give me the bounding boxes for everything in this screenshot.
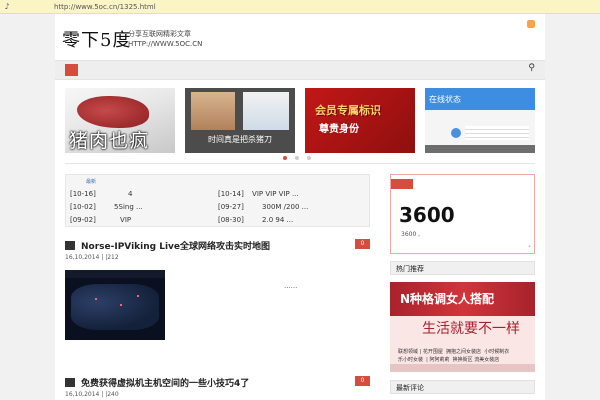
- slide-caption: 时间真是把杀猪刀: [208, 135, 272, 144]
- site-logo[interactable]: 零下5度: [62, 26, 131, 52]
- attack-dot: [95, 298, 97, 300]
- slogan-line-1: 分享互联网精彩文章: [128, 30, 191, 38]
- slide-caption: 在线状态: [425, 88, 535, 110]
- banner-slogan: 生活就要不一样: [422, 321, 520, 337]
- main-nav: ⚲: [55, 60, 545, 80]
- ad-banner[interactable]: N种格调女人搭配 生活就要不一样 联想领域 | 花开围屋 拥抱之间女装店 小时候…: [390, 282, 535, 372]
- attack-dot: [137, 295, 139, 297]
- home-button[interactable]: [65, 64, 78, 76]
- post-icon: [65, 241, 75, 250]
- ticker-head: 最新: [86, 179, 97, 185]
- post-thumbnail[interactable]: [65, 270, 165, 340]
- post-meta: 16,10,2014 | |212: [65, 254, 119, 261]
- thumb-bar: [65, 270, 165, 278]
- ticker-text: VIP: [120, 216, 132, 224]
- sidebar-heading: 最新评论: [390, 380, 535, 394]
- post-icon: [65, 378, 75, 387]
- ticker-item[interactable]: [09-27] 300M /200 ...: [218, 203, 308, 211]
- post-excerpt: ......: [284, 282, 298, 290]
- ticker-item[interactable]: [09-02] VIP: [70, 216, 131, 224]
- slogan-line-2: HTTP://WWW.5OC.CN: [128, 40, 203, 48]
- ticker-item[interactable]: [10-02] 5Sing ...: [70, 203, 143, 211]
- slide-caption: 猪肉也疯: [69, 130, 150, 152]
- counter-sub: 3600 ,: [401, 231, 421, 238]
- world-map: [71, 284, 159, 330]
- ticker-text: 5Sing ...: [114, 203, 143, 211]
- page: 零下5度 分享互联网精彩文章 HTTP://WWW.5OC.CN ⚲ 猪肉也疯 …: [55, 14, 545, 400]
- photo-right: [243, 92, 289, 130]
- slide-2[interactable]: 时间真是把杀猪刀: [185, 88, 295, 153]
- attack-dot: [120, 304, 122, 306]
- slider-dot-1[interactable]: [283, 156, 287, 160]
- slide-caption: 会员专属标识: [315, 104, 381, 117]
- rss-icon[interactable]: [527, 20, 535, 28]
- browser-address-bar: ♪ http://www.5oc.cn/1325.html: [0, 0, 600, 14]
- meat-image: [77, 96, 149, 128]
- divider: [65, 163, 535, 164]
- ticker-text: 300M /200 ...: [262, 203, 309, 211]
- slide-1[interactable]: 猪肉也疯: [65, 88, 175, 153]
- comment-count[interactable]: 0: [355, 376, 370, 386]
- slide-toolbar: [425, 145, 535, 153]
- info-icon: [451, 128, 461, 138]
- ticker-date: [09-02]: [70, 216, 96, 224]
- slide-3[interactable]: 会员专属标识 尊贵身份: [305, 88, 415, 153]
- url-text[interactable]: http://www.5oc.cn/1325.html: [54, 3, 156, 11]
- comment-count[interactable]: 0: [355, 239, 370, 249]
- ticker-date: [10-16]: [70, 190, 96, 198]
- post-title-text: Norse-IPViking Live全球网络攻击实时地图: [81, 242, 271, 252]
- post-title[interactable]: 免费获得虚拟机主机空间的一些小技巧4了: [65, 376, 249, 389]
- counter-value: 3600: [399, 203, 455, 227]
- ticker-text: 2.0 94 ...: [262, 216, 294, 224]
- ticker-date: [09-27]: [218, 203, 244, 211]
- photo-left: [191, 92, 235, 130]
- counter-widget: 3600 3600 , •: [390, 174, 535, 254]
- ticker-date: [08-30]: [218, 216, 244, 224]
- ticker-text: VIP VIP VIP ...: [252, 190, 299, 198]
- site-slogan: 分享互联网精彩文章 HTTP://WWW.5OC.CN: [128, 29, 202, 49]
- ticker-item[interactable]: [10-16] 4: [70, 190, 133, 198]
- banner-footer: [390, 364, 535, 372]
- site-header: 零下5度 分享互联网精彩文章 HTTP://WWW.5OC.CN: [55, 14, 545, 60]
- ticker-text: 4: [128, 190, 133, 198]
- speaker-icon[interactable]: ♪: [0, 2, 14, 11]
- slide-caption-2: 尊贵身份: [319, 124, 359, 135]
- post-title[interactable]: Norse-IPViking Live全球网络攻击实时地图: [65, 239, 270, 252]
- slide-4[interactable]: 在线状态: [425, 88, 535, 153]
- ticker-date: [10-14]: [218, 190, 244, 198]
- slider-dot-2[interactable]: [295, 156, 299, 160]
- latest-ticker: 最新 [10-16] 4 [10-14] VIP VIP VIP ... [10…: [65, 174, 370, 227]
- banner-small-text: 联想领域 | 花开围屋 拥抱之间女装店 小时候制衣 乐小时女装 | 阿阿莉莉 换…: [398, 349, 510, 363]
- post-meta: 16,10,2014 | |240: [65, 391, 119, 398]
- post-title-text: 免费获得虚拟机主机空间的一些小技巧4了: [81, 379, 250, 389]
- featured-slider: 猪肉也疯 时间真是把杀猪刀 会员专属标识 尊贵身份 在线状态: [65, 88, 535, 153]
- corner-mark: •: [528, 244, 531, 250]
- text-lines: [465, 126, 529, 140]
- slider-pagination: [283, 156, 311, 160]
- ticker-item[interactable]: [10-14] VIP VIP VIP ...: [218, 190, 299, 198]
- ticker-date: [10-02]: [70, 203, 96, 211]
- ticker-item[interactable]: [08-30] 2.0 94 ...: [218, 216, 293, 224]
- search-icon[interactable]: ⚲: [528, 63, 535, 73]
- banner-title: N种格调女人搭配: [400, 292, 495, 306]
- sidebar-heading: 热门推荐: [390, 261, 535, 275]
- counter-tag: [391, 179, 413, 189]
- slider-dot-3[interactable]: [307, 156, 311, 160]
